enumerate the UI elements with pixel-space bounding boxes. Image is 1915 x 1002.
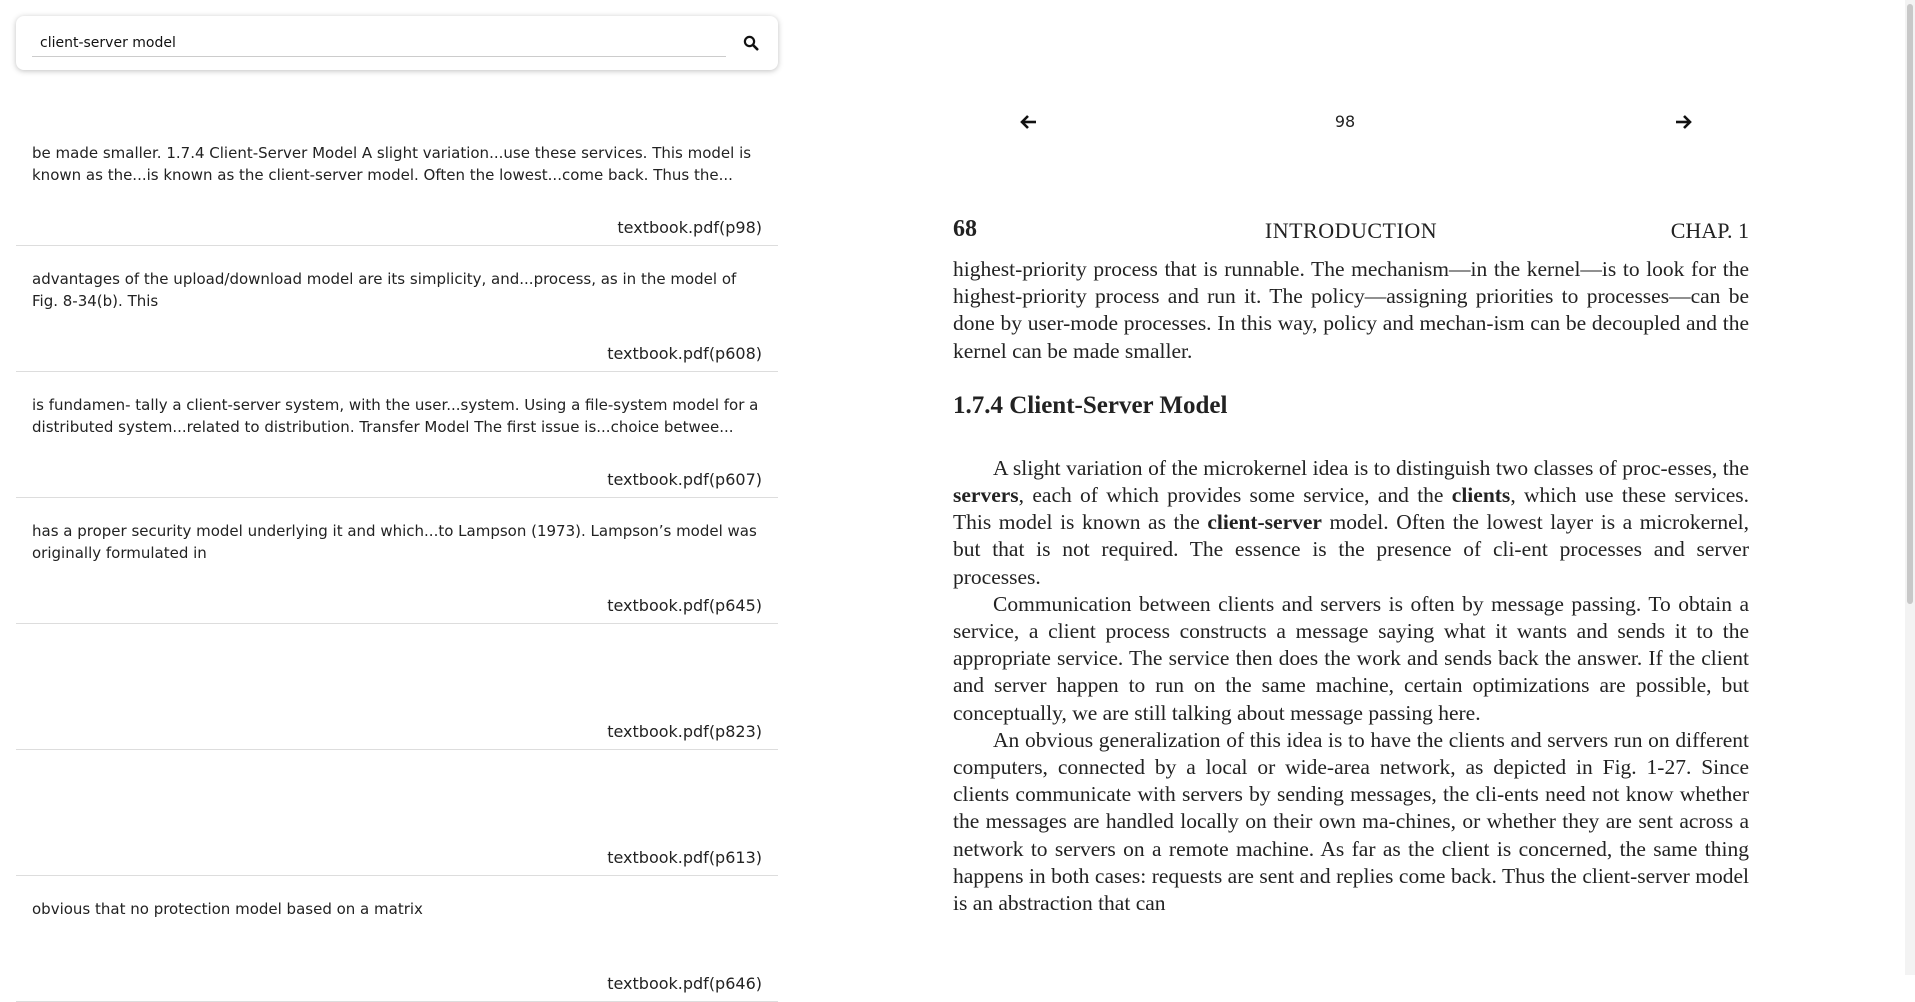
text-run-bold: servers — [953, 483, 1019, 508]
search-result[interactable]: obvious that no protection model based o… — [16, 876, 778, 1002]
search-result[interactable]: advantages of the upload/download model … — [16, 246, 778, 372]
search-panel: be made smaller. 1.7.4 Client-Server Mod… — [0, 0, 795, 1002]
result-source: textbook.pdf(p613) — [607, 848, 762, 867]
result-snippet: advantages of the upload/download model … — [32, 270, 737, 310]
search-result[interactable]: textbook.pdf(p823) — [16, 624, 778, 750]
pdf-viewer: 98 68 INTRODUCTION CHAP. 1 highest-prior… — [795, 0, 1915, 975]
running-header: 68 INTRODUCTION CHAP. 1 — [953, 210, 1749, 250]
next-page-button[interactable] — [1671, 110, 1695, 134]
text-run-bold: client-server — [1207, 510, 1322, 535]
text-run-bold: clients — [1451, 483, 1511, 508]
page-paragraph: A slight variation of the microkernel id… — [953, 455, 1749, 591]
result-snippet: be made smaller. 1.7.4 Client-Server Mod… — [32, 144, 752, 184]
text-run: , each of which provides some service, a… — [1018, 483, 1452, 508]
pdf-page-content: 68 INTRODUCTION CHAP. 1 highest-priority… — [953, 210, 1749, 917]
page-paragraph: Communication between clients and server… — [953, 591, 1749, 725]
result-source: textbook.pdf(p607) — [607, 470, 762, 489]
result-source: textbook.pdf(p608) — [607, 344, 762, 363]
chapter-label: CHAP. 1 — [1670, 218, 1749, 243]
viewer-scrollbar[interactable] — [1905, 0, 1915, 975]
page-paragraph: An obvious generalization of this idea i… — [953, 727, 1749, 916]
result-snippet: is fundamen- tally a client-server syste… — [32, 396, 759, 436]
search-button[interactable] — [738, 30, 764, 56]
search-result[interactable]: has a proper security model underlying i… — [16, 498, 778, 624]
section-heading: 1.7.4 Client-Server Model — [953, 391, 1228, 419]
search-box — [16, 16, 778, 70]
arrow-right-icon — [1676, 115, 1692, 129]
search-result[interactable]: is fundamen- tally a client-server syste… — [16, 372, 778, 498]
result-source: textbook.pdf(p646) — [607, 974, 762, 993]
result-snippet: obvious that no protection model based o… — [32, 900, 423, 918]
result-source: textbook.pdf(p98) — [617, 218, 762, 237]
search-result[interactable]: be made smaller. 1.7.4 Client-Server Mod… — [16, 120, 778, 246]
page-paragraph: highest-priority process that is runnabl… — [953, 257, 1749, 363]
search-results-list: be made smaller. 1.7.4 Client-Server Mod… — [16, 120, 778, 1002]
scrollbar-thumb[interactable] — [1907, 4, 1913, 604]
arrow-left-icon — [1020, 115, 1036, 129]
page-number: 98 — [1334, 112, 1356, 131]
result-snippet: has a proper security model underlying i… — [32, 522, 757, 562]
search-result[interactable]: textbook.pdf(p613) — [16, 750, 778, 876]
section-title: INTRODUCTION — [1264, 218, 1438, 243]
text-run: A slight variation of the microkernel id… — [993, 455, 1749, 480]
result-source: textbook.pdf(p645) — [607, 596, 762, 615]
prev-page-button[interactable] — [1017, 110, 1041, 134]
search-input[interactable] — [32, 30, 726, 57]
search-icon — [743, 35, 759, 51]
result-source: textbook.pdf(p823) — [607, 722, 762, 741]
